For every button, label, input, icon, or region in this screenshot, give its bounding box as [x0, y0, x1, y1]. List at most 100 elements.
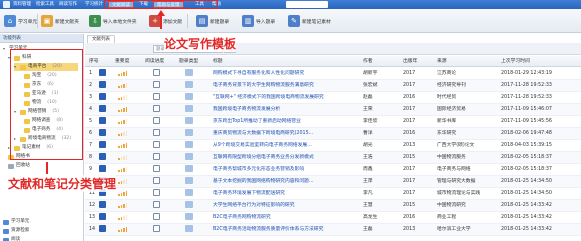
- new-folder-button[interactable]: ▣ 新建文献夹: [41, 13, 79, 29]
- importance-indicator[interactable]: [118, 104, 127, 116]
- import-folder-button[interactable]: ⇩ 导入本地文件夹: [89, 13, 137, 29]
- new-note-button[interactable]: ✎ 新建笔记素材: [288, 13, 331, 29]
- row-title[interactable]: 网购模式下寻自有服务化和人性化问题研究: [213, 68, 359, 80]
- importance-indicator[interactable]: [118, 92, 127, 104]
- read-progress-icon: [153, 188, 160, 200]
- importance-indicator[interactable]: [118, 164, 127, 176]
- table-row[interactable]: 2 电子商务背景下的大学生网购物流服务满意研究 张宏斌 2017 经济研究导刊 2017-…: [85, 80, 581, 92]
- toolbar-separator: [37, 14, 38, 28]
- row-no: 12: [89, 203, 96, 208]
- row-year: 2016: [403, 215, 416, 220]
- table-row[interactable]: 1 网购模式下寻自有服务化和人性化问题研究 胡新宇 2017 江苏商论 2018-01-2…: [85, 68, 581, 80]
- toolbar-separator: [187, 14, 188, 28]
- sidebar-bottom-units[interactable]: 学习单元: [3, 218, 29, 226]
- new-record-button[interactable]: ▤ 新建题录: [196, 13, 229, 29]
- importance-indicator[interactable]: [118, 128, 127, 140]
- tree-item-trash[interactable]: 回收站: [8, 162, 30, 170]
- import-record-button[interactable]: ▥ 导入题录: [242, 13, 275, 29]
- record-type-icon: [185, 152, 193, 164]
- table-row[interactable]: 5 京东跨出Top1所推动了重新启动网络营业 李佳欣 2017 新华书库 2017-11-…: [85, 116, 581, 128]
- table-row[interactable]: 4 我国跨境电子商务物流发展分析 王荣 2017 国际经济贸易 2017-11-09 15…: [85, 104, 581, 116]
- importance-indicator[interactable]: [118, 176, 127, 188]
- global-search-input[interactable]: [286, 1, 328, 8]
- sidebar-bottom-search[interactable]: 资源检索: [3, 227, 29, 235]
- add-document-button[interactable]: + 添加文献: [149, 13, 182, 29]
- table-row[interactable]: 14 B2C电子商务活动物流服务质量评价体系与方法研究 王磊 2013 哈尔滨工业大学 2…: [85, 224, 581, 236]
- importance-indicator[interactable]: [118, 116, 127, 128]
- importance-indicator[interactable]: [118, 188, 127, 200]
- row-title[interactable]: 我国跨境电子商务物流发展分析: [213, 104, 359, 116]
- menu-item-3[interactable]: 学习统计: [82, 1, 106, 8]
- collapse-icon[interactable]: ▾: [3, 45, 7, 53]
- col-source[interactable]: 来源: [437, 56, 447, 67]
- new-note-label: 新建笔记素材: [302, 19, 331, 25]
- table-row[interactable]: 12 大学生网络平台行为对特征影响的研究 王慧 2015 中国物流研究 2018-01-2…: [85, 200, 581, 212]
- row-last-time: 2018-01-25 14:34:50: [501, 191, 552, 196]
- table-row[interactable]: 9 电子商务帮城市多元化形态业务营销及影响 周鑫 2017 电子商务与网络 2018-02…: [85, 164, 581, 176]
- row-title[interactable]: 电子商务背景下的大学生网购物流服务满意研究: [213, 80, 359, 92]
- importance-indicator[interactable]: [118, 152, 127, 164]
- row-year: 2017: [403, 107, 416, 112]
- col-title[interactable]: 标题: [213, 56, 223, 67]
- col-year[interactable]: 出版年: [403, 56, 417, 67]
- importance-indicator[interactable]: [118, 224, 127, 236]
- row-title[interactable]: B2C电子商务网购物流研究: [213, 212, 359, 224]
- row-title[interactable]: 电子商务环境发展下物流配送研究: [213, 188, 359, 200]
- sidebar-bottom-reading[interactable]: 阅读: [3, 236, 20, 241]
- table-row[interactable]: 7 从9个跨境交易实验室转向电子商务网络发展... 胡光 2013 广西大学(硕)论文 2…: [85, 140, 581, 152]
- trash-icon: [8, 163, 14, 169]
- importance-indicator[interactable]: [118, 80, 127, 92]
- importance-indicator[interactable]: [118, 200, 127, 212]
- row-year: 2017: [403, 83, 416, 88]
- row-author: 王荣: [363, 107, 373, 112]
- read-progress-icon: [153, 104, 160, 116]
- menu-item-2[interactable]: 阅读写作: [56, 1, 80, 8]
- col-progress[interactable]: 阅读进度: [145, 56, 164, 67]
- col-no[interactable]: 序号: [89, 56, 99, 67]
- table-row[interactable]: 13 B2C电子商务网购物流研究 高龙生 2016 商业工程 2018-01-25 14:…: [85, 212, 581, 224]
- read-progress-icon: [153, 152, 160, 164]
- col-type[interactable]: 题录类型: [179, 56, 198, 67]
- importance-indicator[interactable]: [118, 212, 127, 224]
- row-title[interactable]: B2C电子商务活动物流服务质量评价体系与方法研究: [213, 224, 359, 236]
- row-title[interactable]: 电子商务帮城市多元化形态业务营销及影响: [213, 164, 359, 176]
- row-last-time: 2018-01-25 14:33:42: [501, 203, 552, 208]
- menu-item-1[interactable]: 检索工具: [33, 1, 57, 8]
- pdf-icon: [99, 104, 106, 116]
- table-row[interactable]: 10基于文本挖掘的我国网络购物研究内容和问题...王萍2017管理与研究大数据2…: [85, 176, 581, 188]
- row-title[interactable]: "互联网+" 经济模式下的我国跨境电商物流发展研究: [213, 92, 359, 104]
- reading-icon: [3, 237, 9, 241]
- filter-bar: 题录检索 🔍: [85, 43, 581, 55]
- table-row[interactable]: 8 互联网有限型跨境分组电子商务业务分发新模式 王浩 2015 中国物流服务 2018-0…: [85, 152, 581, 164]
- table-row[interactable]: 3 "互联网+" 经济模式下的我国跨境电商物流发展研究 赵磊 2016 时代经贸 2017…: [85, 92, 581, 104]
- pdf-icon: [99, 80, 106, 92]
- row-title[interactable]: 基于文本挖掘的我国网络购物研究内容和问题...: [213, 176, 359, 188]
- row-title[interactable]: 从9个跨境交易实验室转向电子商务网络发展...: [213, 140, 359, 152]
- col-last-time[interactable]: 上次学习时间: [501, 56, 530, 67]
- table-row[interactable]: 11 电子商务环境发展下物流配送研究 李凡 2017 城市物流理论与实践 2018-01-…: [85, 188, 581, 200]
- row-no: 14: [89, 227, 96, 232]
- pdf-icon: [99, 200, 106, 212]
- tab-document-list[interactable]: 文献列表: [87, 35, 115, 43]
- importance-indicator[interactable]: [118, 140, 127, 152]
- row-source: 国际经济贸易: [437, 107, 466, 112]
- row-title[interactable]: 重庆商贸物流与大数据下跨境电商研究(2015...: [213, 128, 359, 140]
- home-button[interactable]: ⌂ 学习单元: [4, 13, 37, 29]
- menu-item-0[interactable]: 资料管理: [10, 1, 34, 8]
- col-importance[interactable]: 重要度: [115, 56, 129, 67]
- row-author: 张宏斌: [363, 83, 378, 88]
- row-source: 哈尔滨工业大学: [437, 227, 471, 232]
- row-title[interactable]: 互联网有限型跨境分组电子商务业务分发新模式: [213, 152, 359, 164]
- row-author: 胡新宇: [363, 71, 378, 76]
- row-source: 东华研究: [437, 131, 457, 136]
- table-row[interactable]: 6 重庆商贸物流与大数据下跨境电商研究(2015... 曹洋 2016 东华研究 2018…: [85, 128, 581, 140]
- read-progress-icon: [153, 164, 160, 176]
- col-author[interactable]: 作者: [363, 56, 373, 67]
- row-title[interactable]: 京东跨出Top1所推动了重新启动网络营业: [213, 116, 359, 128]
- toolbar: ⌂ 学习单元 ▣ 新建文献夹 ⇩ 导入本地文件夹 + 添加文献 ▤ 新建题录 ▥…: [0, 9, 581, 33]
- row-title[interactable]: 大学生网络平台行为对特征影响的研究: [213, 200, 359, 212]
- read-progress-icon: [153, 140, 160, 152]
- row-no: 13: [89, 215, 96, 220]
- importance-indicator[interactable]: [118, 68, 127, 80]
- row-author: 王浩: [363, 155, 373, 160]
